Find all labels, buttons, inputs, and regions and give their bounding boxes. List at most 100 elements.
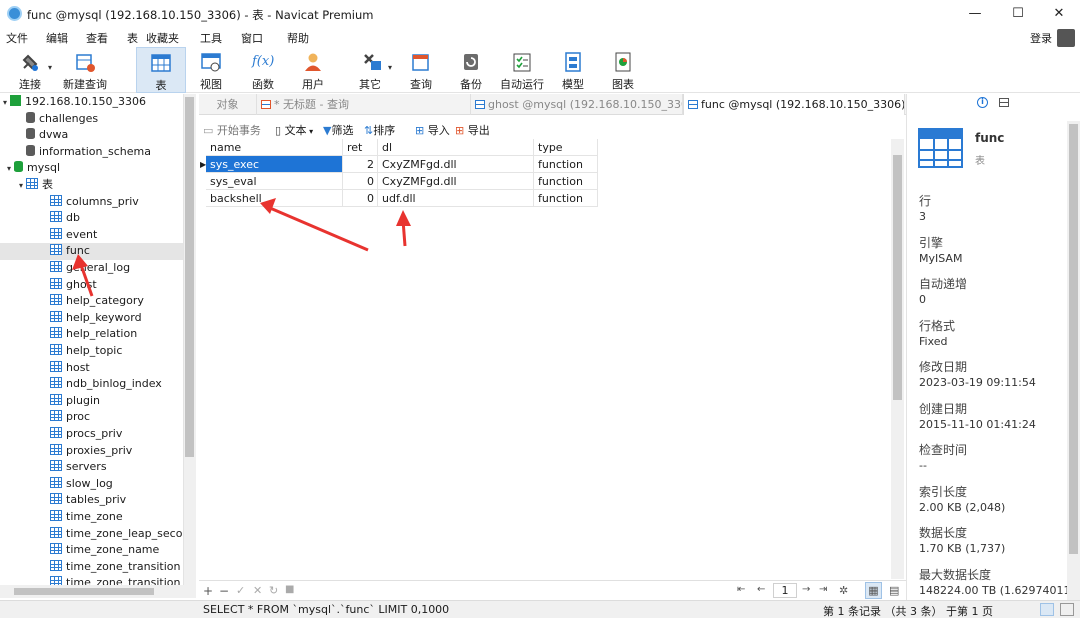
tree-table-general_log[interactable]: general_log — [0, 260, 183, 277]
tree-table-time_zone[interactable]: time_zone — [0, 509, 183, 526]
cell-ret[interactable]: 0 — [343, 190, 378, 207]
menu-table[interactable]: 表 — [127, 30, 138, 46]
chevron-down-icon[interactable]: ▾ — [48, 63, 52, 72]
tree-hscroll-thumb[interactable] — [14, 588, 154, 595]
settings-gear-icon[interactable]: ✲ — [839, 584, 848, 597]
tree-connection[interactable]: ▾ 192.168.10.150_3306 — [0, 94, 183, 111]
cell-type[interactable]: function — [534, 190, 598, 207]
tree-table-proc[interactable]: proc — [0, 409, 183, 426]
tree-table-help_topic[interactable]: help_topic — [0, 343, 183, 360]
chevron-down-icon[interactable]: ▾ — [0, 95, 10, 112]
tree-table-proxies_priv[interactable]: proxies_priv — [0, 443, 183, 460]
tab-func[interactable]: func @mysql (192.168.10.150_3306) ... — [683, 94, 905, 115]
chevron-down-icon[interactable]: ▾ — [4, 161, 14, 178]
refresh-icon[interactable]: ↻ — [269, 584, 278, 597]
backup-button[interactable]: 备份 — [452, 47, 490, 93]
connect-button[interactable]: 连接 ▾ — [8, 47, 52, 93]
close-button[interactable]: ✕ — [1046, 4, 1072, 24]
ddl-icon[interactable] — [999, 98, 1009, 107]
column-header-ret[interactable]: ret — [343, 139, 378, 156]
minimize-button[interactable]: — — [962, 4, 988, 24]
other-button[interactable]: 其它 ▾ — [350, 47, 394, 93]
menu-favorites[interactable]: 收藏夹 — [146, 30, 179, 46]
new-query-button[interactable]: 新建查询 — [60, 47, 110, 93]
menu-edit[interactable]: 编辑 — [46, 30, 68, 46]
add-record-icon[interactable]: + — [203, 584, 213, 598]
tree-table-time_zone_name[interactable]: time_zone_name — [0, 542, 183, 559]
function-button[interactable]: f(x) 函数 — [244, 47, 282, 93]
chevron-down-icon[interactable]: ▾ — [388, 63, 392, 72]
tree-table-servers[interactable]: servers — [0, 459, 183, 476]
begin-transaction-button[interactable]: ▭ 开始事务 — [203, 122, 261, 138]
maximize-button[interactable]: ☐ — [1005, 4, 1031, 24]
cell-name[interactable]: backshell — [206, 190, 343, 207]
tree-table-help_category[interactable]: help_category — [0, 293, 183, 310]
menu-help[interactable]: 帮助 — [287, 30, 309, 46]
tree-table-event[interactable]: event — [0, 227, 183, 244]
tab-untitled-query[interactable]: * 无标题 - 查询 — [257, 94, 471, 115]
tree-database-information_schema[interactable]: information_schema — [0, 144, 183, 161]
previous-page-icon[interactable]: ← — [757, 584, 765, 595]
avatar-icon[interactable] — [1057, 29, 1075, 47]
tree-table-help_relation[interactable]: help_relation — [0, 326, 183, 343]
filter-button[interactable]: ▼筛选 — [323, 122, 353, 138]
tree-table-procs_priv[interactable]: procs_priv — [0, 426, 183, 443]
tree-table-time_zone_transition[interactable]: time_zone_transition — [0, 559, 183, 576]
cell-name[interactable]: sys_eval — [206, 173, 343, 190]
user-button[interactable]: 用户 — [294, 47, 332, 93]
tree-table-plugin[interactable]: plugin — [0, 393, 183, 410]
cell-name[interactable]: sys_exec — [206, 156, 343, 173]
tree-table-func[interactable]: func — [0, 243, 183, 260]
chevron-down-icon[interactable]: ▾ — [16, 178, 26, 195]
tab-ghost[interactable]: ghost @mysql (192.168.10.150_330... — [471, 94, 683, 115]
tree-scroll-thumb[interactable] — [185, 97, 194, 457]
grid-view-icon[interactable]: ▦ — [865, 582, 882, 599]
automation-button[interactable]: 自动运行 — [498, 47, 546, 93]
cell-dl[interactable]: CxyZMFgd.dll — [378, 156, 534, 173]
form-view-icon[interactable]: ▤ — [889, 584, 899, 597]
login-button[interactable]: 登录 — [1030, 30, 1052, 46]
first-page-icon[interactable]: ⇤ — [737, 584, 745, 595]
info-scroll-thumb[interactable] — [1069, 124, 1078, 554]
last-page-icon[interactable]: ⇥ — [819, 584, 827, 595]
apply-icon[interactable]: ✓ — [236, 584, 245, 597]
tree-database-challenges[interactable]: challenges — [0, 111, 183, 128]
tab-objects[interactable]: 对象 — [199, 94, 257, 115]
sort-button[interactable]: ⇅排序 — [364, 122, 395, 138]
cell-ret[interactable]: 0 — [343, 173, 378, 190]
tree-table-time_zone_leap_second[interactable]: time_zone_leap_second — [0, 526, 183, 543]
menu-view[interactable]: 查看 — [86, 30, 108, 46]
tree-table-ghost[interactable]: ghost — [0, 277, 183, 294]
info-icon[interactable]: i — [977, 97, 988, 108]
tree-table-host[interactable]: host — [0, 360, 183, 377]
tree-table-help_keyword[interactable]: help_keyword — [0, 310, 183, 327]
text-view-button[interactable]: ▯ 文本 ▾ — [275, 122, 313, 138]
view-button[interactable]: 视图 — [192, 47, 230, 93]
cell-type[interactable]: function — [534, 173, 598, 190]
layout-split-icon[interactable] — [1060, 603, 1074, 616]
tree-database-mysql[interactable]: ▾ mysql — [0, 160, 183, 177]
discard-icon[interactable]: ✕ — [253, 584, 262, 597]
menu-tools[interactable]: 工具 — [200, 30, 222, 46]
cell-dl[interactable]: udf.dll — [378, 190, 534, 207]
table-button[interactable]: 表 — [136, 47, 186, 93]
menu-window[interactable]: 窗口 — [241, 30, 263, 46]
tree-table-db[interactable]: db — [0, 210, 183, 227]
delete-record-icon[interactable]: − — [219, 584, 229, 598]
tree-table-slow_log[interactable]: slow_log — [0, 476, 183, 493]
cell-ret[interactable]: 2 — [343, 156, 378, 173]
cell-dl[interactable]: CxyZMFgd.dll — [378, 173, 534, 190]
tree-tables-node[interactable]: ▾ 表 — [0, 177, 183, 194]
column-header-name[interactable]: name — [206, 139, 343, 156]
menu-file[interactable]: 文件 — [6, 30, 28, 46]
stop-icon[interactable]: ■ — [285, 584, 294, 595]
export-button[interactable]: ⊞ 导出 — [455, 122, 490, 138]
tree-database-dvwa[interactable]: dvwa — [0, 127, 183, 144]
tree-table-tables_priv[interactable]: tables_priv — [0, 492, 183, 509]
grid-scroll-thumb[interactable] — [893, 155, 902, 400]
layout-grid-icon[interactable] — [1040, 603, 1054, 616]
column-header-dl[interactable]: dl — [378, 139, 534, 156]
import-button[interactable]: ⊞ 导入 — [415, 122, 450, 138]
query-button[interactable]: 查询 — [402, 47, 440, 93]
chart-button[interactable]: 图表 — [604, 47, 642, 93]
